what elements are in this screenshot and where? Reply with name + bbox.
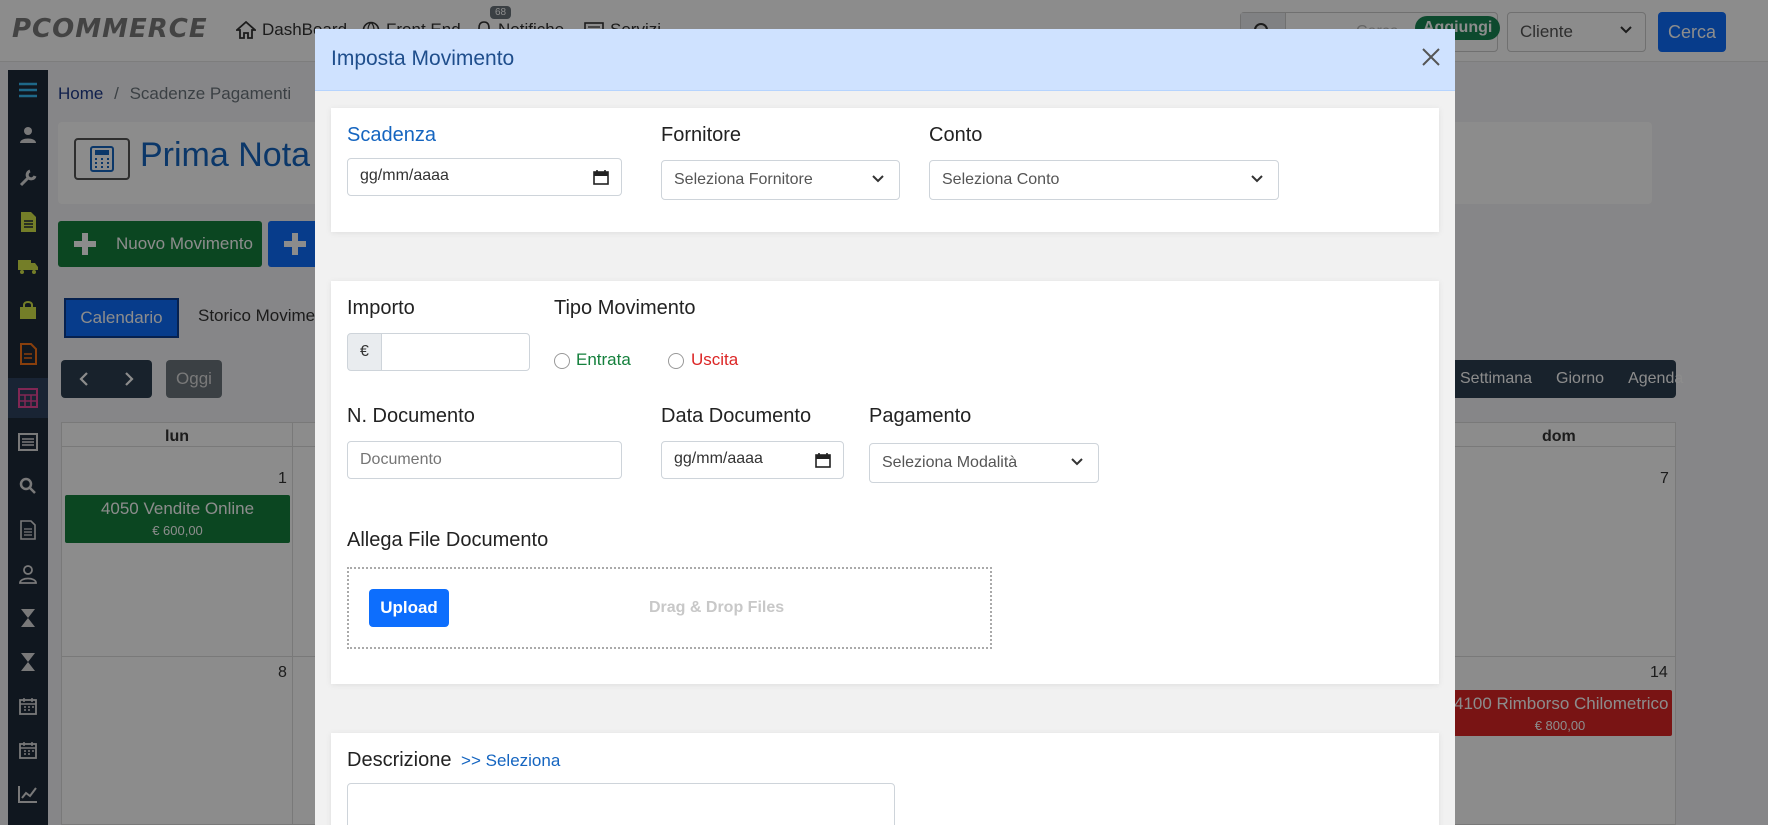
fornitore-select-value: Seleziona Fornitore (674, 171, 813, 188)
calendar-icon[interactable] (593, 169, 609, 185)
tipo-movimento-label: Tipo Movimento (554, 297, 696, 319)
close-icon[interactable] (1421, 47, 1441, 67)
calendar-icon[interactable] (815, 452, 831, 468)
drag-drop-hint: Drag & Drop Files (649, 599, 785, 616)
descrizione-label: Descrizione >> Seleziona (347, 749, 560, 772)
data-documento-date-value: gg/mm/aaaa (674, 450, 763, 467)
uscita-radio[interactable] (668, 353, 684, 369)
entrata-radio-label[interactable]: Entrata (576, 350, 631, 370)
modal-title: Imposta Movimento (331, 47, 515, 70)
fornitore-label: Fornitore (661, 124, 742, 146)
scadenza-date-value: gg/mm/aaaa (360, 167, 449, 184)
n-documento-label: N. Documento (347, 405, 475, 427)
fornitore-select[interactable]: Seleziona Fornitore (661, 160, 900, 200)
pagamento-select[interactable]: Seleziona Modalità (869, 443, 1099, 483)
data-documento-date-input[interactable]: gg/mm/aaaa (661, 441, 844, 479)
n-documento-input[interactable] (347, 441, 622, 479)
card-descrizione: Descrizione >> Seleziona (331, 733, 1439, 825)
chevron-down-icon (1251, 175, 1263, 183)
conto-select[interactable]: Seleziona Conto (929, 160, 1279, 200)
importo-input[interactable] (381, 333, 530, 371)
descrizione-textarea[interactable] (347, 783, 895, 825)
conto-label: Conto (929, 124, 983, 146)
modal-header: Imposta Movimento (315, 29, 1455, 91)
file-drop-zone[interactable]: Upload Drag & Drop Files (347, 567, 992, 649)
uscita-radio-label[interactable]: Uscita (691, 350, 738, 370)
card-importo: Importo € Tipo Movimento Entrata Uscita … (331, 281, 1439, 684)
card-scadenza: Scadenza gg/mm/aaaa Fornitore Seleziona … (331, 108, 1439, 232)
pagamento-label: Pagamento (869, 405, 972, 427)
data-documento-label: Data Documento (661, 405, 812, 427)
descrizione-label-text: Descrizione (347, 749, 452, 771)
chevron-down-icon (872, 175, 884, 183)
chevron-down-icon (1071, 458, 1083, 466)
pagamento-select-value: Seleziona Modalità (882, 454, 1018, 471)
scadenza-date-input[interactable]: gg/mm/aaaa (347, 158, 622, 196)
upload-button[interactable]: Upload (369, 589, 449, 627)
conto-select-value: Seleziona Conto (942, 171, 1060, 188)
allega-file-label: Allega File Documento (347, 529, 549, 551)
entrata-radio[interactable] (554, 353, 570, 369)
importo-label: Importo (347, 297, 415, 319)
scadenza-label: Scadenza (347, 124, 436, 146)
seleziona-link[interactable]: >> Seleziona (461, 751, 560, 770)
currency-addon: € (347, 333, 382, 371)
imposta-movimento-modal: Imposta Movimento Scadenza gg/mm/aaaa Fo… (315, 29, 1455, 825)
